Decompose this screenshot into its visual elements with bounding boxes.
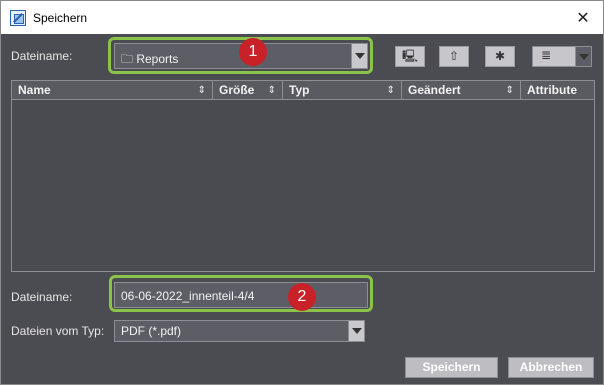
sort-icon: ⇕ <box>267 85 276 96</box>
filename-label: Dateiname: <box>11 290 73 304</box>
app-icon <box>10 10 26 26</box>
column-label: Attribute <box>527 83 577 97</box>
column-header-type[interactable]: Typ ⇕ <box>283 81 402 100</box>
filetype-label: Dateien vom Typ: <box>11 324 105 338</box>
folder-up-icon[interactable]: ⇧ <box>439 46 469 67</box>
chevron-down-icon[interactable] <box>351 44 367 68</box>
view-mode-select[interactable]: ≣ <box>532 46 592 67</box>
column-header-name[interactable]: Name ⇕ <box>12 81 213 100</box>
column-label: Größe <box>219 83 255 97</box>
new-folder-icon[interactable]: ✱ <box>485 46 515 67</box>
filetype-select[interactable]: PDF (*.pdf) <box>114 320 365 342</box>
column-header-modified[interactable]: Geändert ⇕ <box>402 81 521 100</box>
file-list[interactable]: Name ⇕ Größe ⇕ Typ ⇕ Geändert ⇕ Attribut… <box>11 80 595 272</box>
close-button[interactable]: ✕ <box>563 1 603 34</box>
save-button[interactable]: Speichern <box>405 357 498 378</box>
sort-icon: ⇕ <box>505 85 514 96</box>
filetype-value: PDF (*.pdf) <box>121 324 182 338</box>
computer-icon[interactable]: 🖳 <box>395 46 425 67</box>
step-badge-2: 2 <box>288 283 316 311</box>
file-list-header: Name ⇕ Größe ⇕ Typ ⇕ Geändert ⇕ Attribut… <box>12 81 594 100</box>
step-badge-1: 1 <box>239 38 267 66</box>
list-view-icon: ≣ <box>541 48 552 62</box>
chevron-down-icon[interactable] <box>348 321 364 341</box>
column-header-size[interactable]: Größe ⇕ <box>213 81 283 100</box>
column-label: Geändert <box>408 83 461 97</box>
title-bar: Speichern ✕ <box>1 1 603 34</box>
column-header-attributes[interactable]: Attribute <box>521 81 594 100</box>
save-dialog: Speichern ✕ Dateiname: 🗀 Reports 1 🖳 ⇧ ✱… <box>0 0 604 385</box>
window-title: Speichern <box>33 11 88 25</box>
cancel-button[interactable]: Abbrechen <box>508 357 594 378</box>
folder-value: 🗀 Reports <box>121 52 179 66</box>
sort-icon: ⇕ <box>386 85 395 96</box>
column-label: Typ <box>289 83 310 97</box>
chevron-down-icon[interactable] <box>575 47 591 66</box>
column-label: Name <box>18 83 51 97</box>
sort-icon: ⇕ <box>197 85 206 96</box>
folder-label: Dateiname: <box>11 49 73 63</box>
filename-value: 06-06-2022_innenteil-4/4 <box>121 289 255 303</box>
filename-input[interactable]: 06-06-2022_innenteil-4/4 <box>114 282 368 308</box>
